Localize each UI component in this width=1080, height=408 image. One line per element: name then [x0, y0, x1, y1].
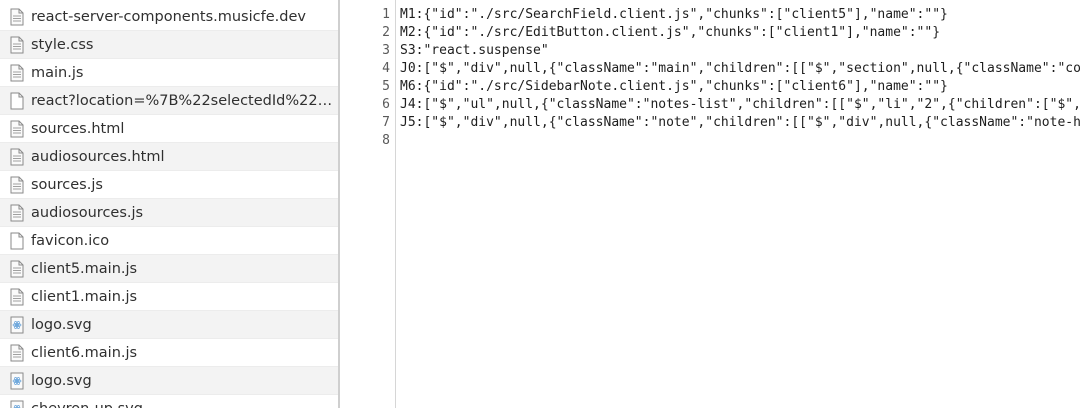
- document-icon: [9, 287, 24, 307]
- file-list-item[interactable]: client5.main.js: [0, 255, 338, 283]
- file-list-item[interactable]: react?location=%7B%22selectedId%22%3A2%2…: [0, 87, 338, 115]
- code-line[interactable]: J0:["$","div",null,{"className":"main","…: [400, 60, 1080, 78]
- file-list-item[interactable]: main.js: [0, 59, 338, 87]
- file-list-item[interactable]: audiosources.js: [0, 199, 338, 227]
- file-name-label: sources.html: [31, 120, 125, 137]
- line-number: 7: [382, 115, 390, 130]
- blank-file-icon: [9, 91, 24, 111]
- code-content[interactable]: M1:{"id":"./src/SearchField.client.js","…: [400, 6, 1080, 150]
- document-icon: [9, 147, 24, 167]
- line-number: 1: [382, 7, 390, 22]
- document-icon: [9, 343, 24, 363]
- file-list-item[interactable]: client1.main.js: [0, 283, 338, 311]
- file-list-item[interactable]: chevron-up.svg: [0, 395, 338, 408]
- file-name-label: sources.js: [31, 176, 103, 193]
- file-list-item[interactable]: sources.js: [0, 171, 338, 199]
- blank-file-icon: [9, 231, 24, 251]
- line-number: 5: [382, 79, 390, 94]
- line-number: 8: [382, 133, 390, 148]
- file-name-label: react-server-components.musicfe.dev: [31, 8, 306, 25]
- file-name-label: main.js: [31, 64, 84, 81]
- code-viewer[interactable]: 1 2 3 4 5 6 7 8 M1:{"id":"./src/SearchField.cli…: [340, 0, 1080, 408]
- line-number-gutter: 1 2 3 4 5 6 7 8: [340, 6, 392, 150]
- file-list-item[interactable]: favicon.ico: [0, 227, 338, 255]
- document-icon: [9, 175, 24, 195]
- code-line[interactable]: S3:"react.suspense": [400, 42, 1080, 60]
- code-line[interactable]: J5:["$","div",null,{"className":"note","…: [400, 114, 1080, 132]
- line-number: 2: [382, 25, 390, 40]
- document-icon: [9, 119, 24, 139]
- document-icon: [9, 7, 24, 27]
- file-name-label: audiosources.js: [31, 204, 144, 221]
- document-icon: [9, 259, 24, 279]
- file-name-label: logo.svg: [31, 372, 92, 389]
- file-list-item[interactable]: audiosources.html: [0, 143, 338, 171]
- line-number: 4: [382, 61, 390, 76]
- file-name-label: react?location=%7B%22selectedId%22%3A2%2…: [31, 92, 333, 109]
- image-icon: [9, 399, 24, 408]
- line-number: 3: [382, 43, 390, 58]
- code-line[interactable]: M6:{"id":"./src/SidebarNote.client.js","…: [400, 78, 1080, 96]
- file-list-item[interactable]: style.css: [0, 31, 338, 59]
- code-line[interactable]: M1:{"id":"./src/SearchField.client.js","…: [400, 6, 1080, 24]
- file-list-panel: react-server-components.musicfe.dev style…: [0, 0, 338, 408]
- image-icon: [9, 371, 24, 391]
- file-name-label: audiosources.html: [31, 148, 165, 165]
- file-name-label: chevron-up.svg: [31, 401, 333, 408]
- file-name-label: client6.main.js: [31, 344, 138, 361]
- line-number: 6: [382, 97, 390, 112]
- file-name-label: client1.main.js: [31, 288, 138, 305]
- file-list-item[interactable]: sources.html: [0, 115, 338, 143]
- document-icon: [9, 203, 24, 223]
- code-line[interactable]: [400, 132, 1080, 150]
- code-line[interactable]: J4:["$","ul",null,{"className":"notes-li…: [400, 96, 1080, 114]
- file-name-label: client5.main.js: [31, 260, 138, 277]
- code-line[interactable]: M2:{"id":"./src/EditButton.client.js","c…: [400, 24, 1080, 42]
- file-list-item[interactable]: logo.svg: [0, 311, 338, 339]
- file-name-label: favicon.ico: [31, 232, 110, 249]
- file-name-label: logo.svg: [31, 316, 92, 333]
- file-list-item[interactable]: react-server-components.musicfe.dev: [0, 3, 338, 31]
- document-icon: [9, 63, 24, 83]
- file-list-item[interactable]: client6.main.js: [0, 339, 338, 367]
- file-list-item[interactable]: logo.svg: [0, 367, 338, 395]
- file-name-label: style.css: [31, 36, 94, 53]
- document-icon: [9, 35, 24, 55]
- image-icon: [9, 315, 24, 335]
